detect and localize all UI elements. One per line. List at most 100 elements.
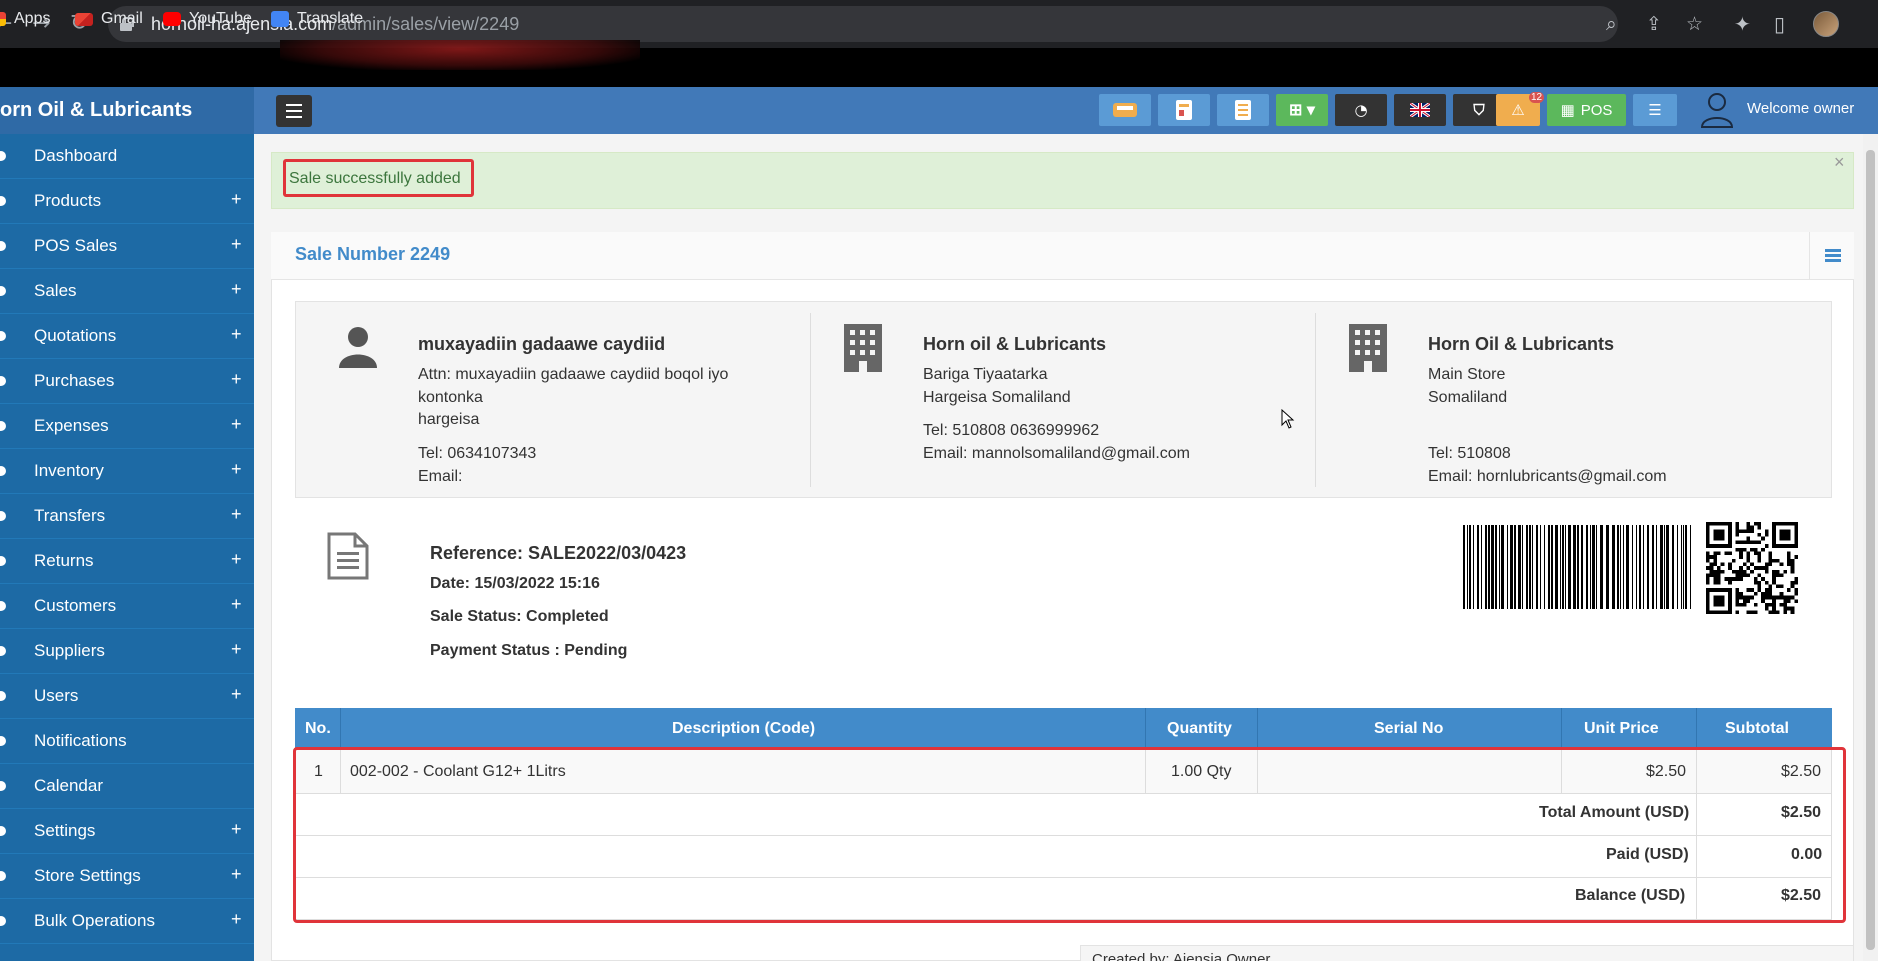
expand-icon[interactable]: + bbox=[231, 369, 242, 390]
expand-icon[interactable]: + bbox=[231, 279, 242, 300]
welcome-text[interactable]: Welcome owner bbox=[1747, 100, 1854, 117]
tasks-menu-button[interactable] bbox=[1809, 232, 1854, 280]
zoom-icon[interactable]: ⌕ bbox=[1606, 13, 1617, 35]
close-icon[interactable]: × bbox=[1834, 152, 1845, 173]
sidebar-item-dashboard[interactable]: Dashboard bbox=[0, 134, 254, 179]
divider bbox=[340, 708, 341, 748]
file-text-icon bbox=[327, 532, 369, 580]
biller-email: Email: mannolsomaliland@gmail.com bbox=[923, 445, 1191, 462]
expand-icon[interactable]: + bbox=[231, 549, 242, 570]
profile-avatar[interactable] bbox=[1813, 11, 1839, 37]
expand-icon[interactable]: + bbox=[231, 864, 242, 885]
sidebar-item-sales[interactable]: Sales + bbox=[0, 269, 254, 314]
barcode-image bbox=[1463, 525, 1691, 609]
sidebar-item-pos-sales[interactable]: POS Sales + bbox=[0, 224, 254, 269]
expand-icon[interactable]: + bbox=[231, 504, 242, 525]
customer-email: Email: bbox=[418, 468, 463, 485]
user-icon[interactable] bbox=[1700, 91, 1734, 128]
sidebar-item-quotations[interactable]: Quotations + bbox=[0, 314, 254, 359]
column-header-subtotal: Subtotal bbox=[1725, 720, 1789, 737]
sidebar-item-label: Inventory bbox=[34, 461, 104, 480]
expand-icon[interactable]: + bbox=[231, 909, 242, 930]
expand-icon[interactable]: + bbox=[231, 189, 242, 210]
scrollbar-thumb[interactable] bbox=[1866, 150, 1875, 950]
customer-attn-cont: kontonka bbox=[418, 389, 483, 406]
menu-icon bbox=[0, 556, 6, 566]
expand-icon[interactable]: + bbox=[231, 459, 242, 480]
sidebar-item-products[interactable]: Products + bbox=[0, 179, 254, 224]
sidebar-item-users[interactable]: Users + bbox=[0, 674, 254, 719]
list-icon: ☰ bbox=[1648, 102, 1662, 119]
sidebar-item-inventory[interactable]: Inventory + bbox=[0, 449, 254, 494]
bookmark-youtube[interactable]: YouTube bbox=[163, 8, 252, 30]
box-header bbox=[271, 232, 1854, 280]
warehouse-city: Somaliland bbox=[1428, 389, 1508, 406]
sidebar-item-label: Suppliers bbox=[34, 641, 105, 660]
expand-icon[interactable]: + bbox=[231, 819, 242, 840]
divider bbox=[1315, 313, 1316, 487]
pos-button[interactable]: ▦ POS bbox=[1547, 94, 1626, 126]
share-icon[interactable]: ⇪ bbox=[1646, 13, 1662, 35]
menu-icon bbox=[0, 781, 6, 791]
sidebar-item-purchases[interactable]: Purchases + bbox=[0, 359, 254, 404]
sidebar-item-label: Expenses bbox=[34, 416, 109, 435]
sidebar-item-notifications[interactable]: Notifications bbox=[0, 719, 254, 764]
register-button[interactable] bbox=[1217, 94, 1269, 126]
biller-city: Hargeisa Somaliland bbox=[923, 389, 1071, 406]
bookmark-apps[interactable]: Apps bbox=[0, 8, 50, 30]
sidebar-item-returns[interactable]: Returns + bbox=[0, 539, 254, 584]
shortcuts-button[interactable] bbox=[1158, 94, 1210, 126]
sidebar-item-customers[interactable]: Customers + bbox=[0, 584, 254, 629]
sidebar-item-settings[interactable]: Settings + bbox=[0, 809, 254, 854]
created-by: Created by: Ajensia Owner bbox=[1092, 951, 1271, 961]
bookmark-translate[interactable]: Translate bbox=[271, 8, 363, 30]
warehouse-tel: Tel: 510808 bbox=[1428, 445, 1511, 462]
sidebar-item-bulk-operations[interactable]: Bulk Operations + bbox=[0, 899, 254, 944]
sidebar-item-label: Sales bbox=[34, 281, 77, 300]
expand-icon[interactable]: + bbox=[231, 684, 242, 705]
language-button[interactable] bbox=[1394, 94, 1446, 126]
expand-icon[interactable]: + bbox=[231, 414, 242, 435]
sidebar-item-transfers[interactable]: Transfers + bbox=[0, 494, 254, 539]
sale-date: Date: 15/03/2022 15:16 bbox=[430, 575, 600, 592]
divider bbox=[1561, 708, 1562, 748]
add-new-button[interactable]: ⊞ ▾ bbox=[1276, 94, 1328, 126]
bookmark-star-icon[interactable]: ☆ bbox=[1686, 13, 1703, 35]
sidebar-item-store-settings[interactable]: Store Settings + bbox=[0, 854, 254, 899]
extensions-icon[interactable]: ✦ bbox=[1734, 12, 1751, 36]
sidebar-item-label: Customers bbox=[34, 596, 117, 615]
sidebar-item-label: Calendar bbox=[34, 776, 103, 795]
menu-icon bbox=[0, 826, 6, 836]
building-icon bbox=[1349, 324, 1387, 372]
biller-name: Horn oil & Lubricants bbox=[923, 334, 1107, 354]
dashboard-button[interactable]: ◔ bbox=[1335, 94, 1387, 126]
warehouse-name: Horn Oil & Lubricants bbox=[1428, 334, 1615, 354]
sidebar-item-calendar[interactable]: Calendar bbox=[0, 764, 254, 809]
side-panel-icon[interactable]: ▯ bbox=[1774, 12, 1785, 36]
column-header-quantity: Quantity bbox=[1167, 720, 1232, 737]
annotation-highlight bbox=[293, 747, 1846, 923]
plus-square-icon: ⊞ ▾ bbox=[1289, 102, 1315, 119]
bookmark-gmail[interactable]: Gmail bbox=[75, 8, 143, 30]
menu-icon bbox=[0, 331, 6, 341]
calculator-button[interactable] bbox=[1099, 94, 1151, 126]
sidebar-item-label: Users bbox=[34, 686, 79, 705]
menu-icon bbox=[0, 151, 6, 161]
sidebar-item-label: Dashboard bbox=[34, 146, 118, 165]
column-header-serial: Serial No bbox=[1374, 720, 1444, 737]
sidebar-item-suppliers[interactable]: Suppliers + bbox=[0, 629, 254, 674]
divider bbox=[1257, 708, 1258, 748]
sidebar-item-expenses[interactable]: Expenses + bbox=[0, 404, 254, 449]
sidebar: Dashboard Products + POS Sales + Sales + Quotat… bbox=[0, 134, 254, 961]
list-view-button[interactable]: ☰ bbox=[1633, 94, 1677, 126]
brand-title[interactable]: orn Oil & Lubricants bbox=[0, 99, 192, 122]
menu-icon bbox=[0, 601, 6, 611]
column-header-no: No. bbox=[305, 720, 331, 737]
menu-toggle-button[interactable] bbox=[276, 95, 312, 127]
expand-icon[interactable]: + bbox=[231, 234, 242, 255]
expand-icon[interactable]: + bbox=[231, 324, 242, 345]
sidebar-item-label: Purchases bbox=[34, 371, 115, 390]
menu-icon bbox=[0, 871, 6, 881]
expand-icon[interactable]: + bbox=[231, 594, 242, 615]
expand-icon[interactable]: + bbox=[231, 639, 242, 660]
